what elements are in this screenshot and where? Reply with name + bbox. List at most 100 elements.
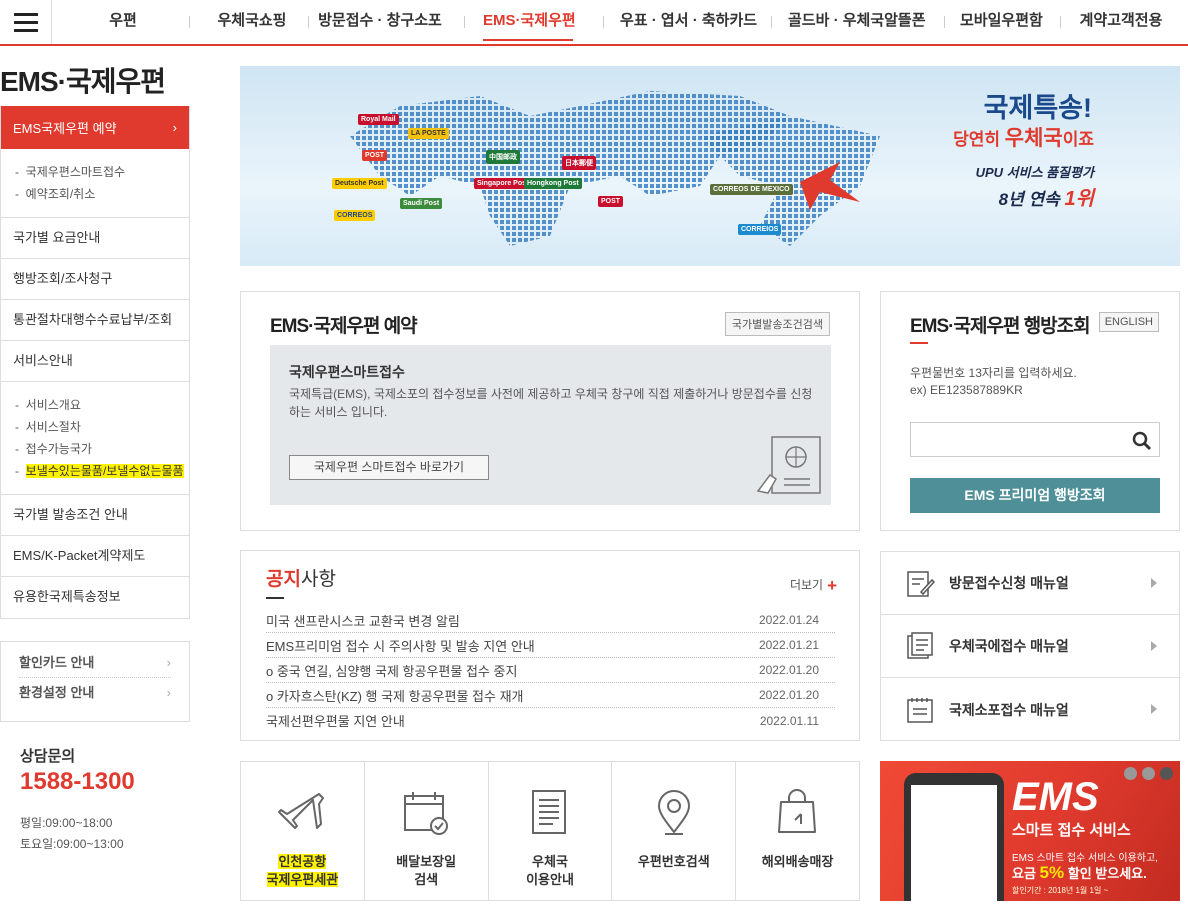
smart-reception-box: 국제우편스마트접수 국제특급(EMS), 국제소포의 접수정보를 사전에 제공하… — [270, 345, 831, 505]
quick-postal-code-search[interactable]: 우편번호검색 — [612, 762, 737, 900]
side-menu-customs-fee[interactable]: 통관절차대행수수료납부/조회 — [1, 300, 189, 341]
shipping-condition-search-button[interactable]: 국가별발송조건검색 — [724, 312, 830, 336]
contact-saturday-hours: 토요일:09:00~13:00 — [20, 837, 124, 851]
ems-arrow-icon — [800, 162, 860, 210]
top-navigation: 우편 우체국쇼핑 방문접수 · 창구소포 EMS·국제우편 우표 · 엽서 · … — [0, 0, 1188, 46]
side-menu-tracking[interactable]: 행방조회/조사청구 — [1, 259, 189, 300]
manual-post-office-reception[interactable]: 우체국에접수 매뉴얼 — [881, 615, 1179, 678]
settings-guide-link[interactable]: 환경설정 안내 › — [19, 678, 171, 708]
page-title: EMS·국제우편 — [0, 66, 166, 97]
manual-parcel-reception[interactable]: 국제소포접수 매뉴얼 — [881, 678, 1179, 741]
world-map-dots — [350, 91, 880, 246]
nav-item-stamps-cards[interactable]: 우표 · 엽서 · 축하카드 — [620, 0, 757, 44]
banner-upu-text: UPU 서비스 품질평가 — [975, 165, 1094, 180]
nav-item-shopping[interactable]: 우체국쇼핑 — [205, 0, 299, 44]
side-submenu-service: - 서비스개요 - 서비스절차 - 접수가능국가 - 보낼수있는물품/보낼수없는… — [1, 382, 189, 495]
nav-item-visit-reception[interactable]: 방문접수 · 창구소포 — [318, 0, 442, 44]
search-icon — [1132, 431, 1152, 451]
ems-smart-reception-ad[interactable]: EMS 스마트 접수 서비스 EMS 스마트 접수 서비스 이용하고, 요금 5… — [880, 761, 1180, 901]
english-button[interactable]: ENGLISH — [1098, 312, 1159, 332]
tracking-desc-example: ex) EE123587889KR — [910, 383, 1023, 397]
banner-subheadline: 당연히 우체국이죠 — [953, 127, 1094, 150]
quick-post-office-guide[interactable]: 우체국 이용안내 — [489, 762, 613, 900]
side-menu-shipping-conditions[interactable]: 국가별 발송조건 안내 — [1, 495, 189, 536]
flag-deutsche-post: Deutsche Post — [332, 178, 387, 189]
side-menu-kpacket-contract[interactable]: EMS/K-Packet계약제도 — [1, 536, 189, 577]
discount-card-link[interactable]: 할인카드 안내 › — [19, 648, 171, 678]
flag-correos: CORREOS — [334, 210, 376, 221]
side-menu-rates[interactable]: 국가별 요금안내 — [1, 218, 189, 259]
document-icon — [531, 790, 566, 834]
carousel-play-icon[interactable] — [1160, 767, 1173, 780]
calendar-check-icon — [404, 792, 449, 835]
nav-item-ems-international[interactable]: EMS·국제우편 — [483, 0, 576, 44]
chevron-right-icon: › — [172, 120, 177, 135]
tracking-number-input[interactable] — [910, 422, 1125, 457]
plus-icon: + — [827, 576, 837, 595]
nav-item-mobile-mailbox[interactable]: 모바일우편함 — [960, 0, 1043, 44]
nav-item-contract-customers[interactable]: 계약고객전용 — [1078, 0, 1164, 44]
search-button[interactable] — [1124, 422, 1160, 457]
flag-singapore-post: Singapore Post — [474, 178, 532, 189]
reservation-title: EMS·국제우편 예약 — [270, 316, 418, 337]
flag-royal-mail: Royal Mail — [358, 114, 399, 125]
notepad-icon — [907, 697, 933, 723]
quick-delivery-guarantee[interactable]: 배달보장일 검색 — [365, 762, 489, 900]
nav-item-post[interactable]: 우편 — [92, 0, 154, 44]
ems-premium-tracking-button[interactable]: EMS 프리미엄 행방조회 — [910, 478, 1160, 513]
hamburger-menu-icon[interactable] — [0, 0, 52, 44]
contact-weekday-hours: 평일:09:00~18:00 — [20, 816, 113, 830]
flag-post: POST — [362, 150, 388, 161]
title-underline — [266, 597, 284, 599]
ad-title: EMS — [1012, 775, 1099, 819]
notice-row[interactable]: 국제선편우편물 지연 안내 2022.01.11 — [266, 708, 835, 733]
side-menu-useful-info[interactable]: 유용한국제특송정보 — [1, 577, 189, 618]
smart-reception-title: 국제우편스마트접수 — [289, 364, 405, 380]
side-links: 할인카드 안내 › 환경설정 안내 › — [0, 641, 190, 722]
title-underline — [910, 342, 928, 344]
ad-subtitle: 스마트 접수 서비스 — [1012, 822, 1131, 839]
notice-panel: 공지사항 더보기 + 미국 샌프란시스코 교환국 변경 알림 2022.01.24 … — [240, 550, 860, 741]
notice-row[interactable]: o 카자흐스탄(KZ) 행 국제 항공우편물 접수 재개 2022.01.20 — [266, 683, 835, 708]
quick-overseas-store[interactable]: 해외배송매장 — [736, 762, 859, 900]
flag-correos-mexico: CORREOS DE MEXICO — [710, 184, 793, 195]
submenu-service-procedure[interactable]: - 서비스절차 — [15, 416, 189, 438]
form-edit-icon — [907, 571, 935, 597]
document-stack-icon — [907, 632, 933, 659]
passport-airplane-icon — [756, 436, 821, 494]
chevron-right-icon: › — [166, 685, 171, 700]
tracking-desc-line1: 우편물번호 13자리를 입력하세요. — [910, 366, 1077, 380]
submenu-service-overview[interactable]: - 서비스개요 — [15, 394, 189, 416]
side-menu-ems-reservation[interactable]: EMS국제우편 예약 › — [1, 106, 189, 149]
tracking-panel: EMS·국제우편 행방조회 ENGLISH 우편물번호 13자리를 입력하세요.… — [880, 291, 1180, 531]
submenu-reservation-check[interactable]: - 예약조회/취소 — [15, 183, 189, 205]
flag-japan-post: 日本郵便 — [562, 156, 596, 170]
contact-title: 상담문의 — [20, 748, 76, 765]
manuals-panel: 방문접수신청 매뉴얼 우체국에접수 매뉴얼 국제소포접수 매뉴얼 — [880, 551, 1180, 741]
smart-reception-go-button[interactable]: 국제우편 스마트접수 바로가기 — [289, 455, 489, 480]
chevron-right-icon: › — [166, 655, 171, 670]
notice-more-link[interactable]: 더보기 + — [790, 576, 837, 596]
tracking-desc: 우편물번호 13자리를 입력하세요. ex) EE123587889KR — [910, 365, 1077, 399]
flag-la-poste: LA POSTE — [408, 128, 449, 139]
side-menu-active-label: EMS국제우편 예약 — [13, 121, 117, 136]
flag-saudi-post: Saudi Post — [400, 198, 443, 209]
main-banner[interactable]: Royal Mail LA POSTE POST Deutsche Post C… — [240, 66, 1180, 266]
notice-row[interactable]: EMS프리미엄 접수 시 주의사항 및 발송 지연 안내 2022.01.21 — [266, 633, 835, 658]
flag-correios: CORREIOS — [738, 224, 782, 235]
airplane-icon — [278, 793, 325, 829]
carousel-dot[interactable] — [1142, 767, 1155, 780]
ad-line1: EMS 스마트 접수 서비스 이용하고, — [1012, 853, 1158, 864]
nav-item-goldbar-phone[interactable]: 골드바 · 우체국알뜰폰 — [788, 0, 926, 44]
caret-right-icon — [1151, 704, 1157, 714]
manual-visit-reception[interactable]: 방문접수신청 매뉴얼 — [881, 552, 1179, 615]
side-menu-service-guide[interactable]: 서비스안내 — [1, 341, 189, 382]
carousel-dot[interactable] — [1124, 767, 1137, 780]
notice-row[interactable]: o 중국 연길, 심양행 국제 항공우편물 접수 중지 2022.01.20 — [266, 658, 835, 683]
submenu-available-countries[interactable]: - 접수가능국가 — [15, 438, 189, 460]
notice-row[interactable]: 미국 샌프란시스코 교환국 변경 알림 2022.01.24 — [266, 608, 835, 633]
side-submenu-reservation: - 국제우편스마트접수 - 예약조회/취소 — [1, 149, 189, 218]
submenu-allowed-items[interactable]: - 보낼수있는물품/보낼수없는물품 — [15, 460, 189, 482]
submenu-smart-reception[interactable]: - 국제우편스마트접수 — [15, 161, 189, 183]
quick-incheon-customs[interactable]: 인천공항 국제우편세관 — [241, 762, 365, 900]
